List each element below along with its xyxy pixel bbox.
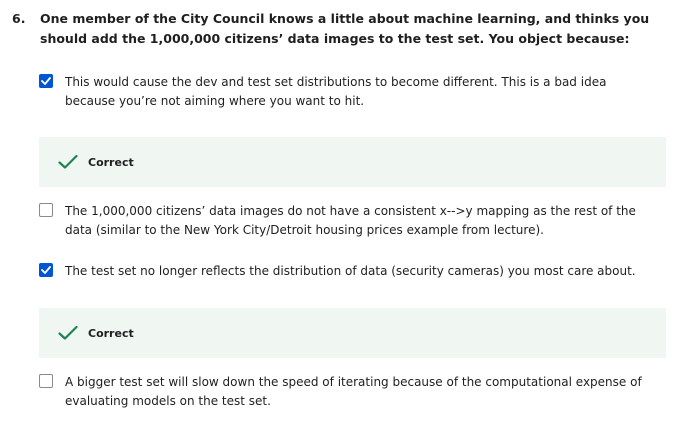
question-number: 6. <box>12 11 26 26</box>
option-4-text: A bigger test set will slow down the spe… <box>65 375 642 408</box>
option-3[interactable]: The test set no longer reflects the dist… <box>39 262 649 281</box>
option-3-feedback: Correct <box>39 308 666 358</box>
option-2-checkbox[interactable] <box>39 203 53 217</box>
option-3-checkbox[interactable] <box>39 263 53 277</box>
option-1[interactable]: This would cause the dev and test set di… <box>39 73 649 111</box>
option-4[interactable]: A bigger test set will slow down the spe… <box>39 373 649 411</box>
feedback-label: Correct <box>88 326 134 340</box>
option-1-feedback: Correct <box>39 137 666 187</box>
feedback-label: Correct <box>88 155 134 169</box>
option-2-text: The 1,000,000 citizens’ data images do n… <box>65 204 636 237</box>
option-3-text: The test set no longer reflects the dist… <box>65 264 636 278</box>
option-1-text: This would cause the dev and test set di… <box>65 75 607 108</box>
question: 6. One member of the City Council knows … <box>12 9 672 49</box>
checkmark-icon <box>41 266 51 274</box>
option-1-checkbox[interactable] <box>39 74 53 88</box>
question-text: One member of the City Council knows a l… <box>40 11 650 46</box>
checkmark-icon <box>41 77 51 85</box>
option-2[interactable]: The 1,000,000 citizens’ data images do n… <box>39 202 649 240</box>
correct-check-icon <box>58 154 78 170</box>
correct-check-icon <box>58 325 78 341</box>
option-4-checkbox[interactable] <box>39 374 53 388</box>
